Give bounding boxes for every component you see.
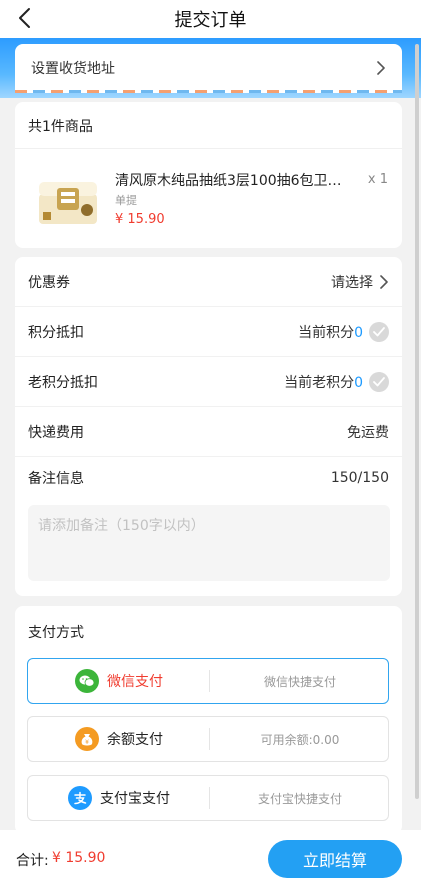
pay-option-desc: 微信快捷支付: [263, 674, 336, 689]
old-points-row: 老积分抵扣 当前老积分0: [15, 357, 402, 407]
pay-option-alipay[interactable]: 支付宝支付 支付宝快捷支付: [27, 775, 389, 821]
top-bar: 提交订单: [0, 0, 421, 38]
points-toggle[interactable]: [369, 321, 389, 342]
address-label: 设置收货地址: [31, 61, 115, 77]
coupon-value: 请选择: [331, 274, 373, 291]
address-envelope-stripe: [15, 90, 402, 93]
note-row: 备注信息 150/150: [15, 453, 402, 503]
payment-title: 支付方式: [28, 625, 84, 641]
chevron-left-icon: [19, 8, 30, 28]
page-title: 提交订单: [174, 10, 247, 31]
pay-option-balance[interactable]: ¥ 余额支付 可用余额:0.00: [27, 716, 389, 762]
old-points-label: 老积分抵扣: [28, 374, 98, 391]
points-value: 0: [354, 324, 363, 341]
pay-option-wechat[interactable]: 微信支付 微信快捷支付: [27, 658, 389, 704]
points-prefix: 当前积分: [298, 324, 355, 341]
check-icon: [373, 376, 385, 386]
payment-card: 支付方式 微信支付 微信快捷支付 ¥ 余额支付 可用余额:0.00 支付宝支付 …: [15, 606, 402, 834]
note-label: 备注信息: [28, 471, 84, 487]
alipay-icon: [68, 786, 92, 810]
pay-option-name: 微信支付: [107, 674, 163, 690]
product-spec: 单提: [115, 194, 137, 207]
divider: [15, 148, 402, 149]
address-selector[interactable]: 设置收货地址: [15, 44, 402, 92]
coupon-label: 优惠券: [28, 274, 70, 291]
total-label: 合计:: [16, 853, 49, 869]
product-image[interactable]: [33, 166, 103, 236]
product-quantity: x 1: [367, 172, 388, 187]
pay-option-name: 支付宝支付: [100, 791, 170, 807]
chevron-right-icon: [380, 274, 388, 289]
balance-bag-icon: ¥: [75, 727, 99, 751]
back-button[interactable]: [12, 6, 36, 30]
order-options-card: 优惠券 请选择 积分抵扣 当前积分0 老积分抵扣 当前老积分0 快递费用 免运费…: [15, 257, 402, 596]
note-input[interactable]: 请添加备注（150字以内）: [28, 505, 390, 581]
checkout-bar: 合计: ¥ 15.90 立即结算: [0, 830, 421, 883]
pay-option-desc: 支付宝快捷支付: [257, 791, 342, 806]
check-icon: [373, 326, 385, 336]
old-points-toggle[interactable]: [369, 371, 389, 392]
submit-order-button[interactable]: 立即结算: [268, 840, 402, 878]
note-counter: 150/150: [330, 470, 389, 486]
goods-card: 共1件商品 清风原木纯品抽纸3层100抽6包卫… x 1 单提 ¥ 15.90: [15, 102, 402, 248]
old-points-prefix: 当前老积分: [284, 374, 355, 391]
shipping-row: 快递费用 免运费: [15, 407, 402, 457]
coupon-row[interactable]: 优惠券 请选择: [15, 257, 402, 307]
old-points-value: 0: [354, 374, 363, 391]
goods-count: 共1件商品: [28, 119, 93, 135]
pay-option-name: 余额支付: [107, 732, 163, 748]
total-value: ¥ 15.90: [52, 850, 106, 866]
points-label: 积分抵扣: [28, 324, 84, 341]
product-name[interactable]: 清风原木纯品抽纸3层100抽6包卫…: [115, 170, 360, 190]
tissue-pack-image: [39, 182, 97, 224]
scrollbar[interactable]: [415, 44, 419, 799]
shipping-label: 快递费用: [28, 424, 84, 441]
note-placeholder: 请添加备注（150字以内）: [38, 518, 205, 534]
wechat-icon: [75, 669, 99, 693]
chevron-right-icon: [377, 61, 385, 75]
product-price: ¥ 15.90: [115, 212, 165, 227]
shipping-value: 免运费: [347, 424, 389, 441]
points-row: 积分抵扣 当前积分0: [15, 307, 402, 357]
pay-option-desc: 可用余额:0.00: [260, 732, 340, 747]
svg-text:¥: ¥: [85, 739, 89, 746]
